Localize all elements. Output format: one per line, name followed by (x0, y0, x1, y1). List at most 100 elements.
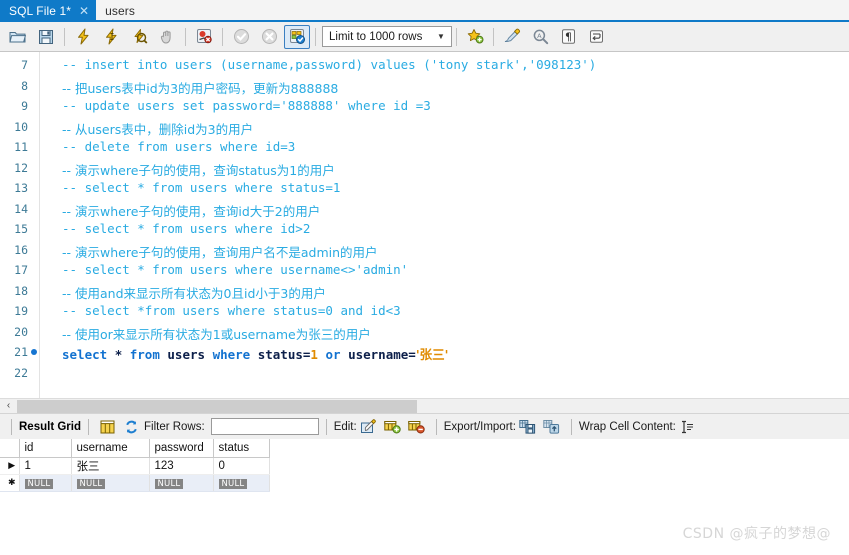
code-line[interactable]: -- update users set password='888888' wh… (62, 98, 431, 113)
toolbar-divider (11, 418, 12, 435)
column-header-password[interactable]: password (149, 439, 214, 458)
code-token: -- 演示where子句的使用，查询id大于2的用户 (62, 203, 321, 219)
code-token: -- select * from users where status=1 (62, 180, 341, 195)
toolbar-divider (570, 418, 572, 435)
code-line[interactable]: -- 演示where子句的使用，查询id大于2的用户 (62, 201, 320, 220)
line-number: 7 (21, 58, 28, 72)
invisible-chars-icon[interactable]: ¶ (555, 25, 581, 49)
wrap-cell-icon[interactable] (678, 418, 698, 436)
delete-row-icon[interactable] (407, 418, 427, 436)
execute-icon[interactable] (70, 25, 96, 49)
code-token: -- 使用and来显示所有状态为0且id小于3的用户 (62, 285, 326, 301)
table-cell[interactable]: 123 (149, 457, 214, 475)
line-number: 21 (14, 345, 28, 359)
toolbar-divider (64, 27, 65, 46)
code-token: select (62, 347, 108, 362)
code-token: users (167, 347, 206, 362)
beautify-icon[interactable] (499, 25, 525, 49)
code-line[interactable]: -- select *from users where status=0 and… (62, 303, 401, 318)
import-recordset-icon[interactable] (542, 418, 562, 436)
line-number: 22 (14, 365, 28, 380)
editor-tab-bar: SQL File 1* ✕ users (0, 0, 849, 22)
save-file-icon[interactable] (33, 25, 59, 49)
code-line[interactable]: -- insert into users (username,password)… (62, 57, 596, 72)
null-cell[interactable]: NULL (71, 474, 150, 492)
export-recordset-icon[interactable] (518, 418, 538, 436)
scrollbar-thumb[interactable] (17, 399, 417, 413)
line-number: 9 (21, 99, 28, 113)
null-cell[interactable]: NULL (19, 474, 72, 492)
code-token: or (325, 347, 341, 362)
scroll-left-icon[interactable]: ‹ (0, 401, 17, 411)
new-row-marker-icon[interactable]: ✱ (0, 474, 20, 492)
line-number: 18 (14, 283, 28, 298)
execute-current-icon[interactable] (98, 25, 124, 49)
tab-sql-file-1-label: SQL File 1* (9, 4, 72, 18)
result-grid-header: id username password status (0, 439, 270, 458)
toolbar-divider (222, 27, 223, 46)
result-grid-label: Result Grid (19, 420, 81, 433)
tab-users[interactable]: users (96, 0, 142, 22)
code-line[interactable]: -- 演示where子句的使用，查询用户名不是admin的用户 (62, 242, 378, 261)
table-cell[interactable]: 0 (213, 457, 270, 475)
table-cell[interactable]: 张三 (71, 457, 150, 475)
edit-label: Edit: (333, 420, 357, 433)
edit-row-icon[interactable] (359, 418, 379, 436)
null-cell[interactable]: NULL (213, 474, 270, 492)
limit-rows-dropdown[interactable]: Limit to 1000 rows ▼ (322, 26, 452, 47)
line-number: 15 (14, 222, 28, 236)
table-row[interactable]: ▶ 1 张三 123 0 (0, 457, 270, 475)
code-token: -- 从users表中，删除id为3的用户 (62, 121, 254, 137)
mysql-workbench-sql-editor: SQL File 1* ✕ users Limit to 1000 rows ▼… (0, 0, 849, 555)
code-line[interactable]: -- delete from users where id=3 (62, 139, 295, 154)
column-header-username[interactable]: username (71, 439, 150, 458)
chevron-down-icon[interactable]: ▼ (433, 32, 449, 41)
tab-sql-file-1[interactable]: SQL File 1* ✕ (0, 0, 97, 22)
table-cell[interactable]: 1 (19, 457, 72, 475)
current-statement-marker-icon (31, 349, 37, 355)
svg-text:A: A (537, 32, 542, 40)
toggle-stop-on-error-icon[interactable] (191, 25, 217, 49)
sql-code-editor[interactable]: 7 -- insert into users (username,password… (0, 52, 849, 398)
stop-icon[interactable] (154, 25, 180, 49)
code-line[interactable]: select * from users where status=1 or us… (62, 344, 448, 363)
find-icon[interactable]: A (527, 25, 553, 49)
refresh-icon[interactable] (122, 418, 142, 436)
code-line[interactable]: -- 从users表中，删除id为3的用户 (62, 119, 253, 138)
favorite-icon[interactable] (462, 25, 488, 49)
column-header-status[interactable]: status (213, 439, 270, 458)
autocommit-icon[interactable] (284, 24, 310, 49)
code-line[interactable]: -- select * from users where status=1 (62, 180, 340, 195)
commit-icon[interactable] (228, 25, 254, 49)
result-grid[interactable]: id username password status ▶ 1 张三 123 0 ✱ NULL NU… (0, 439, 849, 495)
code-token: username (348, 347, 409, 362)
code-line[interactable]: -- 演示where子句的使用，查询status为1的用户 (62, 160, 335, 179)
code-token: status (257, 347, 303, 362)
open-file-icon[interactable] (5, 25, 31, 49)
rollback-icon[interactable] (256, 25, 282, 49)
grid-view-icon[interactable] (98, 418, 118, 436)
code-token: -- 把users表中id为3的用户密码，更新为888888 (62, 80, 339, 96)
insert-row-icon[interactable] (383, 418, 403, 436)
column-header-id[interactable]: id (19, 439, 72, 458)
filter-rows-input[interactable] (210, 418, 319, 435)
code-line[interactable]: -- 使用or来显示所有状态为1或username为张三的用户 (62, 324, 371, 343)
code-line[interactable]: -- select * from users where id>2 (62, 221, 310, 236)
code-line[interactable]: -- 把users表中id为3的用户密码，更新为888888 (62, 78, 338, 97)
code-line[interactable]: -- select * from users where username<>'… (62, 262, 408, 277)
explain-icon[interactable] (126, 25, 152, 49)
line-number: 17 (14, 263, 28, 277)
wrap-cell-content-label: Wrap Cell Content: (578, 420, 676, 433)
new-row-placeholder[interactable]: ✱ NULL NULL NULL NULL (0, 474, 270, 492)
close-icon[interactable]: ✕ (79, 5, 89, 17)
null-cell[interactable]: NULL (149, 474, 214, 492)
line-number: 13 (14, 181, 28, 195)
editor-horizontal-scrollbar[interactable]: ‹ (0, 398, 849, 413)
export-import-label: Export/Import: (443, 420, 516, 433)
null-badge: NULL (76, 478, 106, 489)
code-line[interactable]: -- 使用and来显示所有状态为0且id小于3的用户 (62, 283, 326, 302)
row-selector-icon[interactable]: ▶ (0, 457, 20, 475)
wrap-lines-icon[interactable] (583, 25, 609, 49)
